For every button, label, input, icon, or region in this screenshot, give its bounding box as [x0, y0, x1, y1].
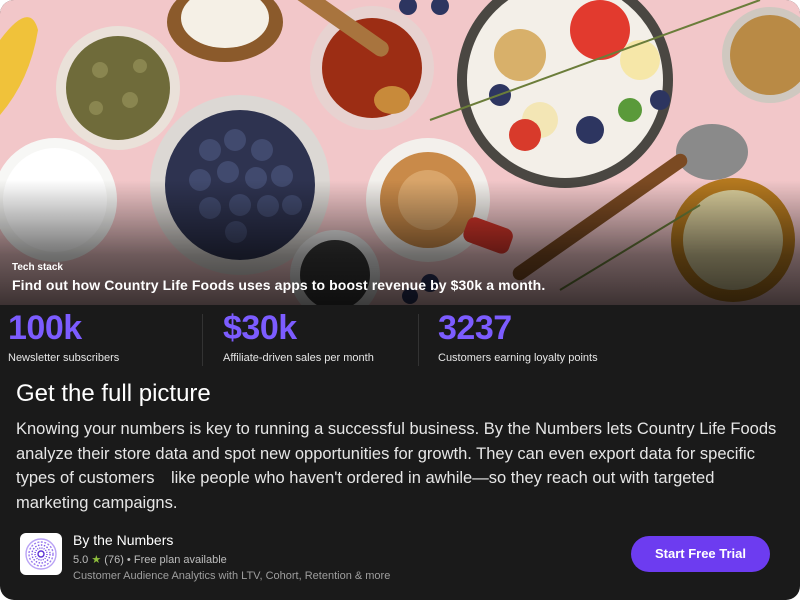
stats-row: 100k Newsletter subscribers $30k Affilia…: [0, 308, 800, 368]
stat-value: $30k: [223, 309, 297, 347]
stat-newsletter: 100k Newsletter subscribers: [8, 308, 119, 364]
stat-divider: [202, 314, 203, 366]
stat-affiliate-sales: $30k Affiliate-driven sales per month: [223, 308, 374, 364]
stat-value: 3237: [438, 309, 512, 347]
app-description: Customer Audience Analytics with LTV, Co…: [73, 570, 391, 582]
stat-label: Newsletter subscribers: [8, 352, 120, 364]
stat-label: Customers earning loyalty points: [438, 352, 598, 364]
section-body: Knowing your numbers is key to running a…: [16, 420, 777, 512]
section-title: Get the full picture: [16, 380, 211, 407]
start-free-trial-button[interactable]: Start Free Trial: [631, 536, 770, 572]
hero-image: Tech stack Find out how Country Life Foo…: [0, 0, 800, 305]
by-the-numbers-logo-icon[interactable]: [20, 533, 62, 575]
stat-divider: [418, 314, 419, 366]
hero-eyebrow: Tech stack: [12, 262, 63, 273]
stat-loyalty: 3237 Customers earning loyalty points: [438, 308, 598, 364]
app-name[interactable]: By the Numbers: [73, 532, 173, 548]
story-card[interactable]: Tech stack Find out how Country Life Foo…: [0, 0, 800, 600]
meta-separator: •: [126, 554, 131, 566]
star-icon: ★: [91, 554, 102, 566]
app-meta: 5.0 ★ (76) • Free plan available: [73, 553, 227, 566]
app-rating: 5.0: [73, 554, 89, 566]
hero-title[interactable]: Find out how Country Life Foods uses app…: [12, 277, 545, 293]
stat-value: 100k: [8, 309, 82, 347]
app-plan: Free plan available: [133, 554, 227, 566]
stat-label: Affiliate-driven sales per month: [223, 352, 374, 364]
app-review-count: (76): [104, 554, 124, 566]
